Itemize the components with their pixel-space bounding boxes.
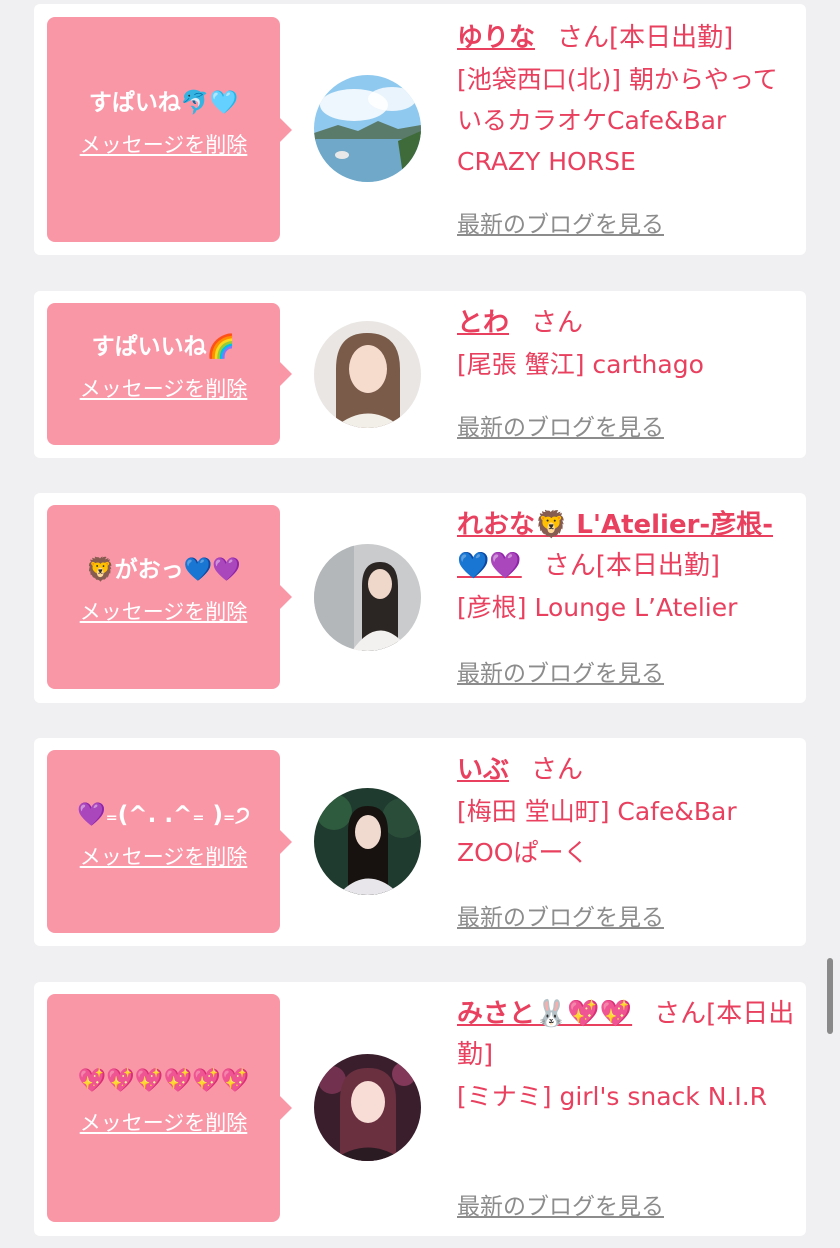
cast-name-line: いぶ さん bbox=[457, 750, 797, 791]
message-card: すぱいね🐬🩵 メッセージを削除 ゆりな さん[本日出勤] [池袋西口(北)] 朝か… bbox=[34, 4, 806, 255]
message-bubble: 🦁がおっ💙💜 メッセージを削除 bbox=[47, 505, 292, 689]
cast-info: いぶ さん [梅田 堂山町] Cafe&Bar ZOOぱーく bbox=[457, 750, 797, 873]
honorific-status: さん[本日出勤] bbox=[557, 23, 734, 53]
cast-name-line: みさと🐰💖💖 さん[本日出勤] bbox=[457, 994, 797, 1076]
cast-info: みさと🐰💖💖 さん[本日出勤] [ミナミ] girl's snack N.I.R bbox=[457, 994, 797, 1117]
latest-blog-link[interactable]: 最新のブログを見る bbox=[457, 1187, 664, 1221]
avatar[interactable] bbox=[314, 544, 421, 651]
avatar[interactable] bbox=[314, 788, 421, 895]
shop-label: [ミナミ] girl's snack N.I.R bbox=[457, 1082, 768, 1111]
honorific-status: さん bbox=[531, 755, 584, 785]
latest-blog-link[interactable]: 最新のブログを見る bbox=[457, 654, 664, 688]
message-card: 💖💖💖💖💖💖 メッセージを削除 みさと🐰💖💖 さん[本日出勤] [ミナミ] gir… bbox=[34, 982, 806, 1236]
avatar[interactable] bbox=[314, 1054, 421, 1161]
message-text: すぱいいね🌈 bbox=[91, 334, 236, 360]
cast-name-link[interactable]: ゆりな bbox=[457, 23, 535, 53]
cast-name-line: とわ さん bbox=[457, 303, 797, 344]
latest-blog-link[interactable]: 最新のブログを見る bbox=[457, 408, 664, 442]
shop-label: [梅田 堂山町] Cafe&Bar ZOOぱーく bbox=[457, 797, 737, 867]
message-bubble: すぱいね🐬🩵 メッセージを削除 bbox=[47, 17, 292, 242]
shop-label: [池袋西口(北)] 朝からやっているカラオケCafe&Bar CRAZY HOR… bbox=[457, 65, 778, 176]
cast-info: れおな🦁 L'Atelier-彦根-💙💜 さん[本日出勤] [彦根] Lounge… bbox=[457, 505, 797, 628]
cast-name-link[interactable]: いぶ bbox=[457, 755, 509, 785]
delete-message-link[interactable]: メッセージを削除 bbox=[80, 129, 248, 159]
cast-info: とわ さん [尾張 蟹江] carthago bbox=[457, 303, 797, 385]
message-text: 💜₌(^. .^₌ )₌੭ bbox=[77, 801, 250, 828]
message-text: 🦁がおっ💙💜 bbox=[86, 557, 241, 583]
avatar[interactable] bbox=[314, 75, 421, 182]
delete-message-link[interactable]: メッセージを削除 bbox=[80, 596, 248, 626]
cast-name-line: ゆりな さん[本日出勤] bbox=[457, 18, 797, 59]
latest-blog-link[interactable]: 最新のブログを見る bbox=[457, 898, 664, 932]
honorific-status: さん bbox=[531, 308, 584, 338]
avatar[interactable] bbox=[314, 321, 421, 428]
message-bubble: すぱいいね🌈 メッセージを削除 bbox=[47, 303, 292, 445]
message-text: すぱいね🐬🩵 bbox=[88, 89, 239, 116]
cast-name-link[interactable]: みさと🐰💖💖 bbox=[457, 999, 632, 1029]
delete-message-link[interactable]: メッセージを削除 bbox=[80, 1107, 248, 1137]
message-bubble: 💜₌(^. .^₌ )₌੭ メッセージを削除 bbox=[47, 750, 292, 933]
scrollbar[interactable] bbox=[827, 958, 833, 1034]
message-card: 🦁がおっ💙💜 メッセージを削除 れおな🦁 L'Atelier-彦根-💙💜 さん[本… bbox=[34, 493, 806, 703]
shop-label: [彦根] Lounge L’Atelier bbox=[457, 593, 738, 622]
message-card: すぱいいね🌈 メッセージを削除 とわ さん [尾張 蟹江] carthago 最新… bbox=[34, 291, 806, 458]
shop-label: [尾張 蟹江] carthago bbox=[457, 350, 704, 379]
latest-blog-link[interactable]: 最新のブログを見る bbox=[457, 205, 664, 239]
cast-name-line: れおな🦁 L'Atelier-彦根-💙💜 さん[本日出勤] bbox=[457, 505, 797, 587]
message-text: 💖💖💖💖💖💖 bbox=[77, 1068, 250, 1094]
honorific-status: さん[本日出勤] bbox=[543, 551, 721, 581]
message-bubble: 💖💖💖💖💖💖 メッセージを削除 bbox=[47, 994, 292, 1222]
cast-info: ゆりな さん[本日出勤] [池袋西口(北)] 朝からやっているカラオケCafe&B… bbox=[457, 18, 797, 182]
delete-message-link[interactable]: メッセージを削除 bbox=[80, 373, 248, 403]
message-card: 💜₌(^. .^₌ )₌੭ メッセージを削除 いぶ さん [梅田 堂山町] Caf… bbox=[34, 738, 806, 946]
delete-message-link[interactable]: メッセージを削除 bbox=[80, 841, 248, 871]
cast-name-link[interactable]: とわ bbox=[457, 308, 509, 338]
